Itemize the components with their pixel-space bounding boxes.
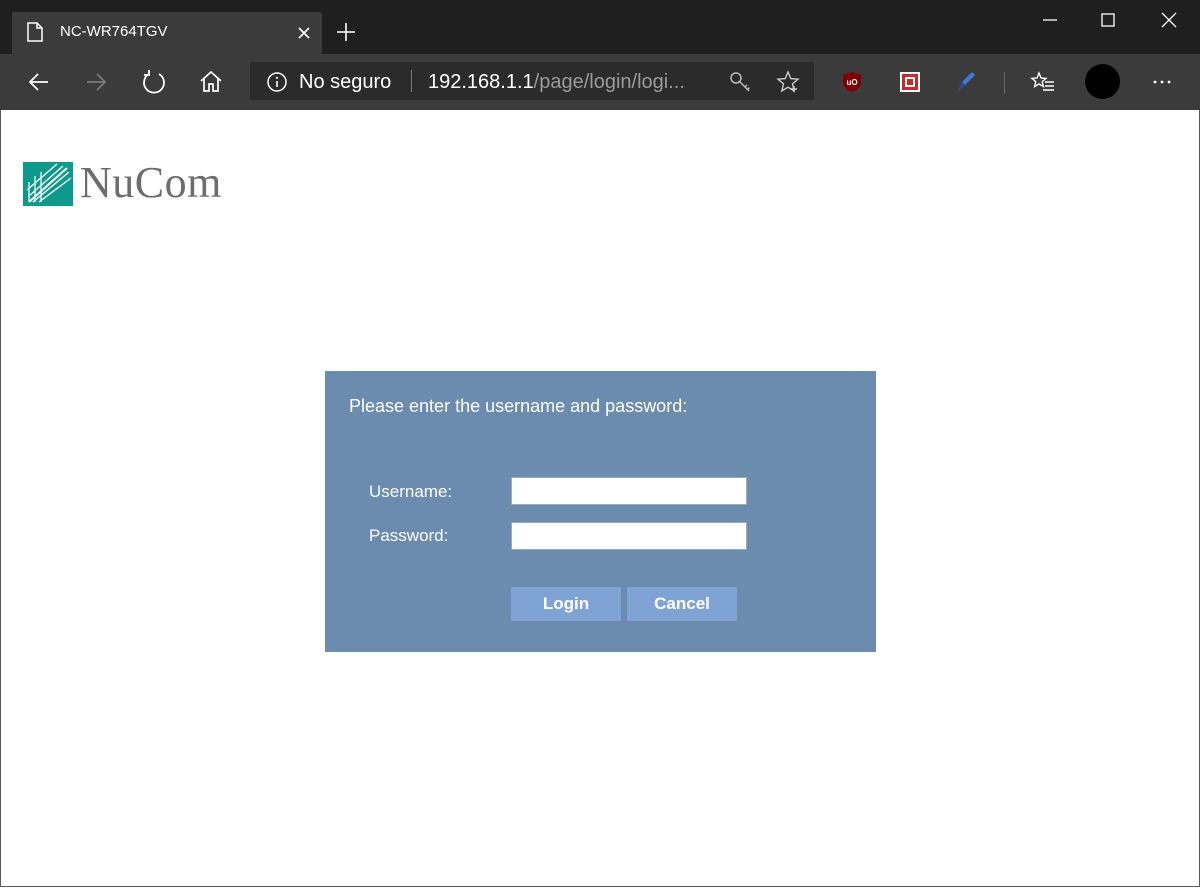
key-icon[interactable] [728,70,754,99]
cancel-button[interactable]: Cancel [627,587,737,621]
security-label[interactable]: No seguro [299,71,391,94]
browser-title-bar: NC-WR764TGV [0,0,1200,54]
page-content: NuCom Please enter the username and pass… [0,110,1200,888]
arrow-left-icon[interactable] [25,68,53,96]
username-input[interactable] [511,477,747,505]
favorites-list-icon[interactable] [1030,70,1054,94]
browser-tab[interactable]: NC-WR764TGV [12,12,322,54]
tab-title: NC-WR764TGV [60,23,168,40]
page-icon [26,22,44,47]
pen-icon[interactable] [954,70,978,94]
login-prompt: Please enter the username and password: [349,396,688,416]
minimize-icon[interactable] [1038,8,1062,32]
home-icon[interactable] [197,68,225,96]
browser-toolbar: No seguro 192.168.1.1/page/login/logi...… [0,54,1200,110]
maximize-icon[interactable] [1096,8,1120,32]
logo-mark-icon [23,162,73,211]
url-path: /page/login/logi... [533,71,685,93]
plus-icon[interactable] [334,20,358,44]
close-icon[interactable] [294,23,314,43]
window-close-icon[interactable] [1157,8,1181,32]
login-panel: Please enter the username and password: … [325,371,876,652]
info-icon[interactable] [266,71,288,98]
avatar[interactable] [1085,64,1120,99]
url-text[interactable]: 192.168.1.1/page/login/logi... [428,71,685,94]
svg-text:uO: uO [846,78,857,87]
refresh-icon[interactable] [140,68,168,96]
address-bar[interactable]: No seguro 192.168.1.1/page/login/logi... [250,62,814,100]
login-button[interactable]: Login [511,587,621,621]
more-icon[interactable] [1150,70,1174,94]
password-input[interactable] [511,522,747,550]
arrow-right-icon [82,68,110,96]
extension-icon[interactable] [898,70,922,94]
username-label: Username: [369,482,453,501]
ublock-icon[interactable]: uO [840,70,864,94]
logo-text: NuCom [80,158,222,207]
password-label: Password: [369,526,449,545]
url-host: 192.168.1.1 [428,71,534,93]
star-icon[interactable] [776,70,800,99]
address-divider [411,70,412,92]
toolbar-divider [1004,72,1005,94]
